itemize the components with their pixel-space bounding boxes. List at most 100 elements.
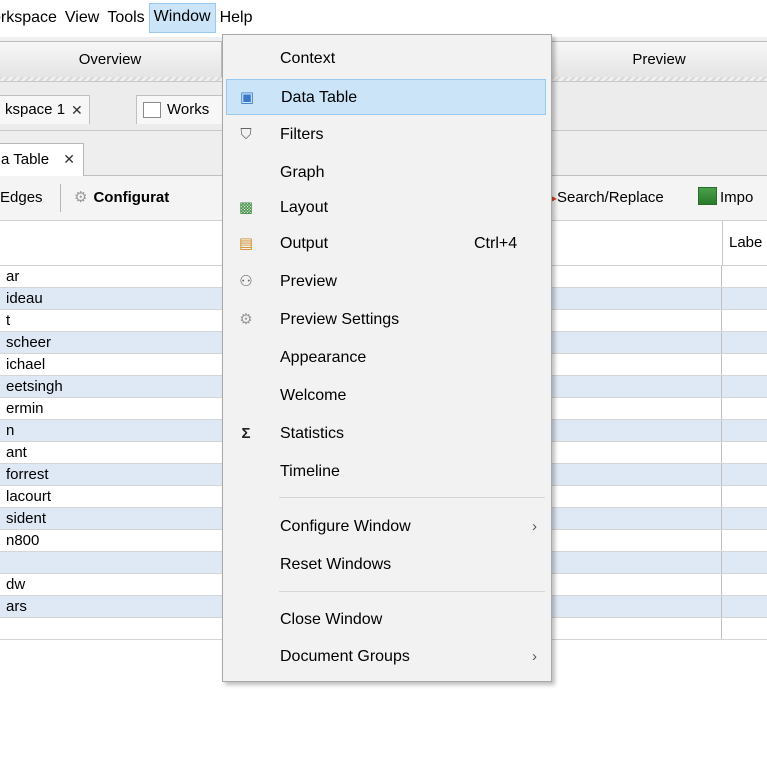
menu-separator	[279, 591, 545, 592]
menu-item-configure-window[interactable]: Configure Window ›	[226, 509, 546, 545]
menu-item-preview[interactable]: ⚇ Preview	[226, 264, 546, 300]
gear-icon: ⚙	[239, 311, 253, 328]
search-replace-label: Search/Replace	[557, 189, 664, 206]
data-table-tab-label: a Table	[1, 151, 50, 168]
column-divider	[721, 266, 722, 287]
menu-item-appearance[interactable]: Appearance	[226, 340, 546, 376]
column-divider	[721, 596, 722, 617]
menu-help[interactable]: Help	[216, 4, 257, 32]
cell-value: forrest	[6, 466, 49, 483]
close-icon[interactable]: ✕	[71, 96, 83, 124]
column-divider	[721, 398, 722, 419]
menu-item-label: Welcome	[280, 387, 347, 404]
menu-item-label: Configure Window	[280, 518, 411, 535]
menu-item-output[interactable]: ▤ Output Ctrl+4	[226, 226, 546, 262]
menu-item-label: Graph	[280, 164, 325, 181]
data-table-icon: ▣	[239, 89, 255, 106]
edges-button[interactable]: Edges	[0, 176, 43, 220]
menu-item-label: Output	[280, 235, 329, 252]
menu-item-label: Timeline	[280, 463, 340, 480]
chevron-right-icon: ›	[532, 518, 537, 535]
column-divider	[721, 420, 722, 441]
menu-item-graph[interactable]: Graph	[226, 155, 546, 191]
data-table-tab[interactable]: a Table ✕	[0, 143, 85, 176]
import-button[interactable]: Impo	[698, 176, 753, 220]
search-replace-button[interactable]: ▸Search/Replace	[551, 176, 664, 220]
gear-icon: ⚙	[74, 189, 88, 206]
import-spreadsheet-icon	[698, 187, 717, 205]
cell-value: ideau	[6, 290, 43, 307]
configuration-button[interactable]: ⚙ Configurat	[74, 176, 169, 220]
cell-value: ermin	[6, 400, 44, 417]
glasses-icon: ⚇	[239, 273, 253, 290]
menu-item-label: Preview Settings	[280, 311, 400, 328]
menu-item-filters[interactable]: ⛉ Filters	[226, 117, 546, 153]
cell-value: t	[6, 312, 11, 329]
cell-value: lacourt	[6, 488, 52, 505]
menu-item-shortcut: Ctrl+4	[474, 235, 518, 252]
column-divider	[721, 354, 722, 375]
column-divider	[721, 332, 722, 353]
menu-item-reset-windows[interactable]: Reset Windows	[226, 547, 546, 583]
menu-item-label: Reset Windows	[280, 556, 392, 573]
column-divider	[721, 464, 722, 485]
column-divider	[721, 376, 722, 397]
menu-window[interactable]: Window	[148, 3, 216, 33]
column-divider	[721, 552, 722, 573]
cell-value: n	[6, 422, 15, 439]
output-icon: ▤	[238, 235, 254, 252]
column-divider	[721, 310, 722, 331]
workspace-tab-label: Works	[167, 101, 210, 118]
column-divider	[721, 288, 722, 309]
menu-item-label: Close Window	[280, 611, 383, 628]
toolbar-separator	[60, 184, 61, 212]
menu-item-layout[interactable]: ▩ Layout	[226, 190, 546, 226]
menu-item-preview-settings[interactable]: ⚙ Preview Settings	[226, 302, 546, 338]
workspace-icon	[143, 102, 161, 118]
cell-value: n800	[6, 532, 40, 549]
column-divider	[721, 618, 722, 639]
workspace-tab-1[interactable]: kspace 1 ✕	[0, 95, 90, 124]
sigma-icon: Σ	[241, 425, 251, 442]
menu-workspace[interactable]: orkspace	[0, 4, 61, 32]
menu-tools[interactable]: Tools	[103, 4, 148, 32]
menu-item-data-table[interactable]: ▣ Data Table	[226, 79, 546, 115]
menu-item-label: Layout	[280, 199, 329, 216]
menu-item-welcome[interactable]: Welcome	[226, 378, 546, 414]
cell-value: ars	[6, 598, 27, 615]
filter-icon: ⛉	[240, 126, 252, 143]
column-divider	[721, 574, 722, 595]
cell-value: scheer	[6, 334, 52, 351]
configuration-label: Configurat	[93, 189, 170, 206]
cell-value: dw	[6, 576, 26, 593]
workspace-tab-label: kspace 1	[5, 101, 66, 118]
import-label: Impo	[720, 189, 754, 206]
window-menu-dropdown: Context ▣ Data Table ⛉ Filters Graph ▩ L…	[222, 34, 552, 682]
menu-item-label: Preview	[280, 273, 337, 290]
preview-button[interactable]: Preview	[548, 41, 767, 79]
menu-item-document-groups[interactable]: Document Groups ›	[226, 639, 546, 675]
menu-item-close-window[interactable]: Close Window	[226, 602, 546, 638]
column-header-label[interactable]: Labe	[722, 221, 767, 265]
cell-value: ichael	[6, 356, 46, 373]
column-divider	[721, 486, 722, 507]
menu-separator	[279, 497, 545, 498]
menu-item-label: Document Groups	[280, 648, 410, 665]
menu-item-label: Filters	[280, 126, 324, 143]
menu-item-label: Data Table	[281, 89, 358, 106]
close-icon[interactable]: ✕	[63, 151, 75, 167]
menu-item-label: Context	[280, 50, 336, 67]
menu-bar: orkspace View Tools Window Help	[0, 0, 767, 36]
cell-value: ant	[6, 444, 27, 461]
menu-item-label: Appearance	[280, 349, 367, 366]
cell-value: sident	[6, 510, 47, 527]
column-divider	[721, 530, 722, 551]
menu-item-context[interactable]: Context	[226, 41, 546, 77]
menu-item-timeline[interactable]: Timeline	[226, 454, 546, 490]
layout-icon: ▩	[238, 199, 254, 216]
overview-button[interactable]: Overview	[0, 41, 222, 79]
menu-item-statistics[interactable]: Σ Statistics	[226, 416, 546, 452]
cell-value: ar	[6, 268, 20, 285]
cell-value: eetsingh	[6, 378, 63, 395]
menu-view[interactable]: View	[61, 4, 103, 32]
